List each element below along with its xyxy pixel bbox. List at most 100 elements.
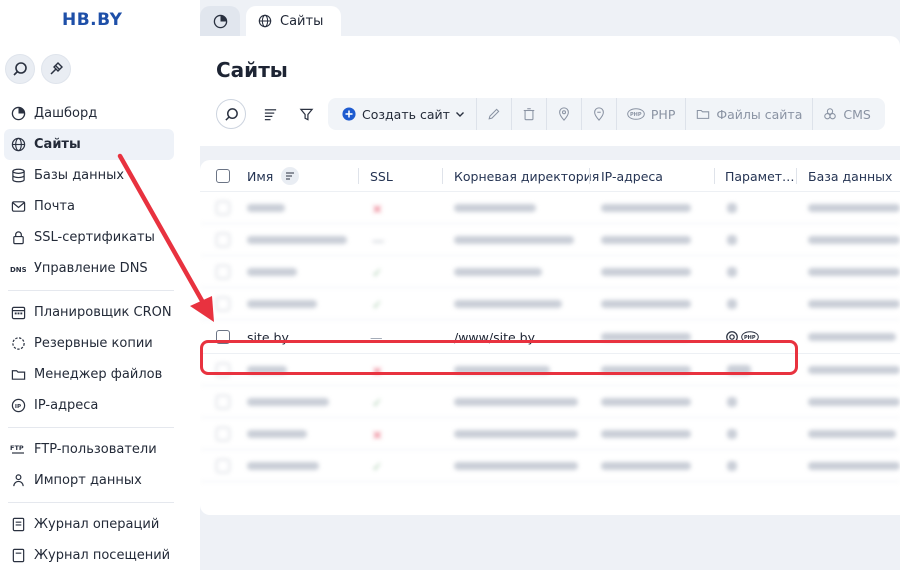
- svg-text:FTP: FTP: [10, 444, 24, 452]
- column-header-name[interactable]: Имя: [247, 160, 300, 192]
- table-row[interactable]: —: [200, 224, 900, 256]
- sidebar-item-label: Журнал операций: [34, 517, 160, 532]
- folder-icon: [10, 367, 26, 383]
- sidebar-item-ip[interactable]: IP IP-адреса: [0, 390, 200, 421]
- tab-bar: Сайты: [200, 6, 342, 36]
- sidebar-item-label: Импорт данных: [34, 473, 142, 488]
- toolbar: Создать сайт PHP PHP Файлы сайта CMS: [216, 98, 885, 130]
- svg-text:IP: IP: [14, 404, 20, 410]
- sidebar-item-sites[interactable]: Сайты: [4, 129, 174, 160]
- location-off-button[interactable]: [582, 98, 617, 130]
- filter-button[interactable]: [288, 99, 324, 129]
- sort-icon[interactable]: [281, 167, 300, 185]
- site-files-label: Файлы сайта: [716, 106, 803, 122]
- import-icon: [10, 473, 26, 489]
- column-divider[interactable]: [442, 168, 443, 184]
- plus-circle-icon: [342, 107, 356, 121]
- column-header-database[interactable]: База данных: [808, 160, 892, 192]
- sidebar-item-cron[interactable]: Планировщик CRON: [0, 297, 200, 328]
- globe-icon: [10, 137, 26, 153]
- tab-sites[interactable]: Сайты: [246, 6, 342, 36]
- delete-button[interactable]: [512, 98, 547, 130]
- sidebar-item-label: Планировщик CRON: [34, 305, 172, 320]
- table-row[interactable]: ×: [200, 418, 900, 450]
- column-divider[interactable]: [589, 168, 590, 184]
- pin-icon: [50, 62, 63, 75]
- logo[interactable]: HB.BY: [62, 10, 122, 30]
- main-area: Сайты Сайты Создать сайт PHP PHP Файлы с…: [200, 0, 900, 570]
- cms-label: CMS: [843, 106, 871, 122]
- backup-icon: [10, 336, 26, 352]
- sidebar-item-label: FTP-пользователи: [34, 442, 157, 457]
- sidebar-item-label: Базы данных: [34, 168, 125, 183]
- sidebar-item-dashboard[interactable]: Дашборд: [0, 98, 200, 129]
- php-button[interactable]: PHP PHP: [617, 98, 687, 130]
- visits-icon: [10, 548, 26, 564]
- sort-button[interactable]: [252, 99, 288, 129]
- sidebar-nav: Дашборд Сайты Базы данных Почта SSL-серт…: [0, 98, 200, 571]
- filter-icon: [299, 108, 313, 121]
- site-files-button[interactable]: Файлы сайта: [686, 98, 814, 130]
- dashboard-icon: [213, 14, 227, 28]
- globe-icon: [258, 14, 272, 28]
- sidebar-item-label: IP-адреса: [34, 398, 99, 413]
- sidebar: HB.BY Дашборд Сайты Базы данных Почта SS…: [0, 0, 200, 570]
- pin-button[interactable]: [41, 54, 71, 84]
- sidebar-item-ssl[interactable]: SSL-сертификаты: [0, 222, 200, 253]
- search-button[interactable]: [216, 99, 246, 129]
- column-header-ssl[interactable]: SSL: [370, 160, 393, 192]
- sidebar-divider: [8, 427, 174, 428]
- php-label: PHP: [650, 106, 676, 122]
- php-icon: PHP: [627, 108, 645, 120]
- sidebar-item-label: Журнал посещений: [34, 548, 171, 563]
- table-row[interactable]: ✓: [200, 450, 900, 482]
- tab-label: Сайты: [280, 13, 324, 29]
- column-divider[interactable]: [714, 168, 715, 184]
- column-divider[interactable]: [358, 168, 359, 184]
- column-header-params[interactable]: Парамет…: [725, 160, 795, 192]
- table-row[interactable]: ✓: [200, 256, 900, 288]
- edit-button[interactable]: [477, 98, 512, 130]
- sidebar-divider: [8, 290, 174, 291]
- database-icon: [10, 168, 26, 184]
- sort-icon: [264, 108, 276, 120]
- column-divider[interactable]: [796, 168, 797, 184]
- sidebar-item-label: Управление DNS: [34, 261, 148, 276]
- select-all-checkbox[interactable]: [216, 160, 230, 192]
- dns-icon: DNS: [10, 261, 26, 277]
- ftp-icon: FTP: [10, 442, 26, 458]
- location-button[interactable]: [547, 98, 582, 130]
- search-button[interactable]: [5, 54, 35, 84]
- search-icon: [13, 62, 27, 76]
- sidebar-item-files[interactable]: Менеджер файлов: [0, 359, 200, 390]
- create-site-button[interactable]: Создать сайт: [332, 98, 477, 130]
- cms-button[interactable]: CMS: [813, 98, 880, 130]
- table-row[interactable]: ×: [200, 192, 900, 224]
- table-header: Имя SSL Корневая директория IP-адреса Па…: [200, 160, 900, 192]
- sidebar-item-oplog[interactable]: Журнал операций: [0, 509, 200, 540]
- column-header-ip[interactable]: IP-адреса: [601, 160, 663, 192]
- sidebar-tools: [5, 54, 71, 84]
- create-site-label: Создать сайт: [362, 106, 450, 122]
- sidebar-item-visits[interactable]: Журнал посещений: [0, 540, 200, 571]
- column-header-root[interactable]: Корневая директория: [454, 160, 599, 192]
- sidebar-item-label: Менеджер файлов: [34, 367, 163, 382]
- search-icon: [224, 107, 238, 121]
- table-row[interactable]: ✓: [200, 288, 900, 320]
- trash-icon: [523, 108, 535, 121]
- dashboard-icon: [10, 106, 26, 122]
- table-row[interactable]: ✓: [200, 386, 900, 418]
- location-pin-off-icon: [593, 107, 604, 121]
- sidebar-item-databases[interactable]: Базы данных: [0, 160, 200, 191]
- sidebar-item-mail[interactable]: Почта: [0, 191, 200, 222]
- folder-icon: [696, 107, 710, 121]
- sidebar-item-label: Почта: [34, 199, 75, 214]
- sidebar-item-label: SSL-сертификаты: [34, 230, 155, 245]
- tab-dashboard[interactable]: [200, 6, 240, 36]
- sidebar-item-dns[interactable]: DNS Управление DNS: [0, 253, 200, 284]
- location-pin-icon: [558, 107, 569, 121]
- sidebar-item-label: Дашборд: [34, 106, 98, 121]
- sidebar-item-ftp[interactable]: FTP FTP-пользователи: [0, 434, 200, 465]
- sidebar-item-backups[interactable]: Резервные копии: [0, 328, 200, 359]
- sidebar-item-import[interactable]: Импорт данных: [0, 465, 200, 496]
